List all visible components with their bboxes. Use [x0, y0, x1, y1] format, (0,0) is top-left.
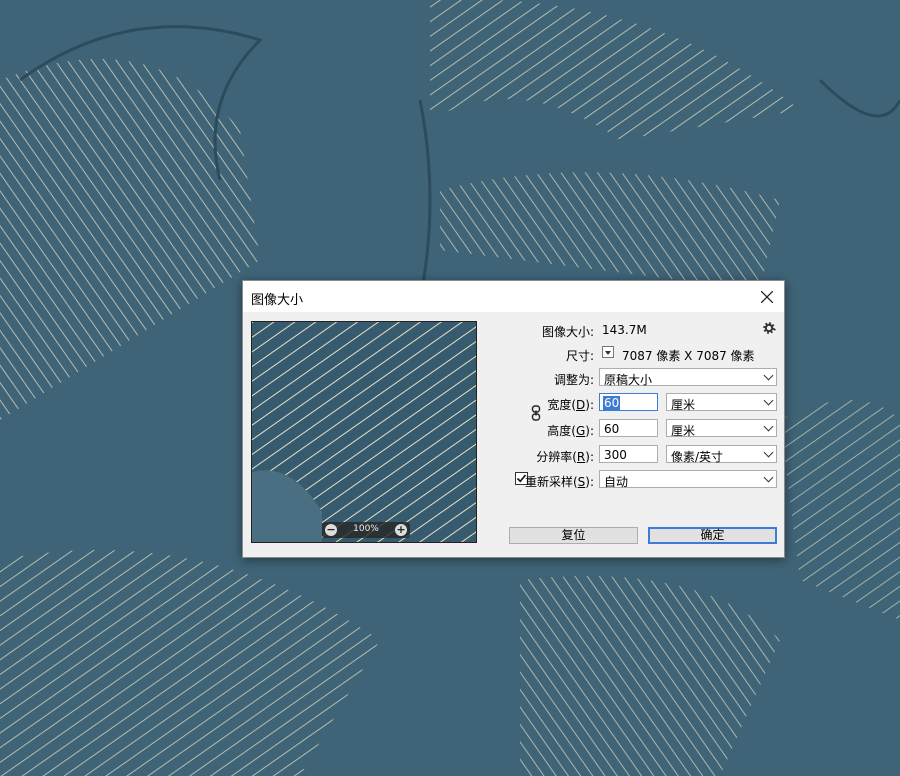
dimensions-unit-dropdown[interactable] [602, 346, 614, 358]
resolution-label: 分辨率(R): [536, 450, 594, 464]
chevron-down-icon [763, 472, 774, 483]
chevron-down-icon [763, 395, 774, 406]
image-size-value: 143.7M [602, 323, 647, 337]
close-button[interactable] [750, 281, 784, 312]
image-size-dialog: 图像大小 − 100% + 图像大小: 143.7M 尺寸: 7087 像素 X [242, 280, 785, 558]
resample-method-select[interactable]: 自动 [599, 470, 777, 489]
chevron-down-icon [763, 370, 774, 381]
fit-to-select[interactable]: 原稿大小 [599, 368, 777, 387]
image-size-label: 图像大小: [541, 325, 594, 339]
height-label: 高度(G): [547, 424, 594, 438]
zoom-in-icon[interactable]: + [395, 524, 407, 536]
dropdown-arrow-icon [605, 351, 611, 355]
dialog-title: 图像大小 [251, 293, 304, 308]
gear-icon[interactable] [763, 321, 777, 335]
reset-button[interactable]: 复位 [509, 527, 638, 544]
chevron-down-icon [763, 421, 774, 432]
resolution-input[interactable]: 300 [599, 445, 658, 463]
fit-to-value: 原稿大小 [604, 373, 653, 387]
width-label: 宽度(D): [547, 398, 594, 412]
resolution-unit-select[interactable]: 像素/英寸 [666, 445, 777, 464]
height-unit-select[interactable]: 厘米 [666, 419, 777, 438]
fit-to-label: 调整为: [553, 373, 594, 387]
height-input[interactable]: 60 [599, 419, 658, 437]
preview-artwork [252, 322, 476, 542]
width-input[interactable]: 60 [599, 393, 658, 411]
preview-zoom-bar: − 100% + [322, 522, 410, 538]
dialog-titlebar: 图像大小 [243, 281, 784, 312]
dimensions-label: 尺寸: [565, 349, 594, 363]
chevron-down-icon [763, 447, 774, 458]
close-icon [761, 290, 773, 303]
ok-button[interactable]: 确定 [648, 527, 777, 544]
resample-label: 重新采样(S): [524, 475, 594, 489]
link-chain-icon[interactable] [531, 405, 541, 421]
dimensions-value: 7087 像素 X 7087 像素 [622, 349, 755, 363]
image-preview[interactable]: − 100% + [251, 321, 477, 543]
width-unit-select[interactable]: 厘米 [666, 393, 777, 412]
